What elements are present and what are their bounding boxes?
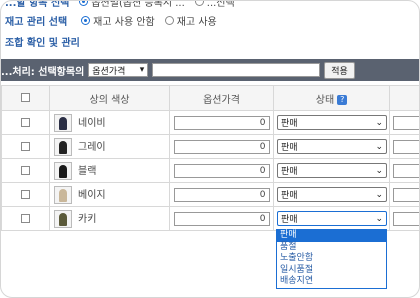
chevron-down-icon: ▾ bbox=[139, 65, 145, 75]
status-option-hidden[interactable]: 노출안함 bbox=[277, 253, 386, 265]
inventory-on-label: 재고 사용 bbox=[176, 16, 217, 28]
status-dropdown-list: 판매 품절 노출안함 일시품절 배송지연 bbox=[276, 229, 387, 289]
inventory-label: 재고 관리 선택 bbox=[5, 16, 68, 28]
bulk-apply-button[interactable]: 적용 bbox=[324, 61, 355, 79]
option-price-input[interactable]: 0 bbox=[173, 211, 270, 226]
status-select-open[interactable]: 판매 ⌄ bbox=[277, 211, 387, 226]
product-thumbnail bbox=[54, 161, 72, 180]
product-thumbnail bbox=[54, 185, 72, 204]
window-frame: ...할 항목 선택 옵션별(옵션 등록시 ... ...선택 재고 관리 선택… bbox=[0, 0, 420, 298]
extra-input[interactable] bbox=[393, 211, 419, 226]
status-value: 판매 bbox=[281, 191, 298, 201]
status-value: 판매 bbox=[281, 143, 298, 153]
header-status-label: 상태 bbox=[315, 94, 335, 106]
status-select[interactable]: 판매 ⌄ bbox=[277, 187, 387, 202]
chevron-down-icon: ⌄ bbox=[375, 189, 383, 200]
extra-input[interactable] bbox=[393, 139, 419, 154]
status-select[interactable]: 판매 ⌄ bbox=[277, 139, 387, 154]
table-row: 블랙 0 판매 ⌄ bbox=[1, 158, 419, 183]
color-name: 그레이 bbox=[78, 141, 106, 153]
extra-input[interactable] bbox=[393, 115, 419, 130]
bulk-value-input[interactable] bbox=[152, 63, 321, 77]
inventory-row: 재고 관리 선택 재고 사용 안함 재고 사용 bbox=[5, 12, 217, 28]
table-row: 네이비 0 판매 ⌄ bbox=[1, 110, 419, 135]
status-select[interactable]: 판매 ⌄ bbox=[277, 115, 387, 130]
status-value: 판매 bbox=[281, 215, 298, 225]
status-value: 판매 bbox=[281, 167, 298, 177]
chevron-down-icon: ⌄ bbox=[375, 141, 383, 152]
product-thumbnail bbox=[54, 137, 72, 156]
inventory-off-label: 재고 사용 안함 bbox=[93, 16, 155, 28]
row-checkbox[interactable] bbox=[21, 141, 30, 151]
header-color: 상의 색상 bbox=[49, 85, 170, 111]
option-price-input[interactable]: 0 bbox=[173, 115, 270, 130]
status-option-soldout[interactable]: 품절 bbox=[277, 242, 386, 254]
option-table: 상의 색상 옵션가격 상태? 네이비 0 판매 ⌄ 그레이 0 판매 ⌄ 블랙 0 … bbox=[1, 85, 419, 231]
chevron-down-icon: ⌄ bbox=[375, 165, 383, 176]
status-option-delayed[interactable]: 배송지연 bbox=[277, 276, 386, 288]
option-type-label: ...할 항목 선택 bbox=[5, 0, 70, 9]
table-row: 그레이 0 판매 ⌄ bbox=[1, 134, 419, 159]
bulk-label: ...처리: 선택항목의 bbox=[1, 66, 85, 78]
row-checkbox[interactable] bbox=[21, 117, 30, 127]
combo-link-row: 조합 확인 및 관리 bbox=[5, 33, 80, 49]
option-type-radio-2[interactable] bbox=[194, 1, 204, 6]
chevron-down-icon: ⌄ bbox=[375, 213, 383, 224]
option-price-input[interactable]: 0 bbox=[173, 187, 270, 202]
chevron-down-icon: ⌄ bbox=[375, 117, 383, 128]
inventory-on-radio[interactable] bbox=[164, 15, 174, 25]
select-all-checkbox[interactable] bbox=[21, 93, 30, 102]
status-option-temp-soldout[interactable]: 일시품절 bbox=[277, 265, 386, 277]
extra-input[interactable] bbox=[393, 163, 419, 178]
header-checkbox-cell bbox=[1, 85, 50, 111]
option-type-radio-1[interactable] bbox=[79, 1, 89, 6]
row-checkbox[interactable] bbox=[21, 189, 30, 199]
bulk-field-value: 옵션가격 bbox=[92, 66, 126, 77]
product-thumbnail bbox=[54, 113, 72, 132]
combo-check-link[interactable]: 조합 확인 및 관리 bbox=[5, 34, 80, 49]
header-status: 상태? bbox=[273, 85, 390, 111]
row-checkbox[interactable] bbox=[21, 213, 30, 223]
table-row: 베이지 0 판매 ⌄ bbox=[1, 182, 419, 207]
header-extra bbox=[389, 85, 419, 111]
bulk-field-select[interactable]: 옵션가격 ▾ bbox=[88, 63, 149, 77]
color-name: 네이비 bbox=[78, 117, 106, 129]
help-icon[interactable]: ? bbox=[337, 94, 348, 105]
option-type-radio-1-label: 옵션별(옵션 등록시 ... bbox=[91, 0, 185, 9]
color-name: 카키 bbox=[78, 213, 97, 225]
bulk-action-bar: ...처리: 선택항목의 옵션가격 ▾ 적용 bbox=[1, 59, 419, 81]
product-thumbnail bbox=[54, 209, 72, 228]
extra-input[interactable] bbox=[393, 187, 419, 202]
inventory-off-radio[interactable] bbox=[81, 15, 91, 25]
header-price: 옵션가격 bbox=[169, 85, 274, 111]
table-header-row: 상의 색상 옵션가격 상태? bbox=[1, 85, 419, 111]
option-price-input[interactable]: 0 bbox=[173, 163, 270, 178]
color-name: 베이지 bbox=[78, 189, 106, 201]
status-select[interactable]: 판매 ⌄ bbox=[277, 163, 387, 178]
status-option-selling[interactable]: 판매 bbox=[277, 230, 386, 242]
option-type-radio-2-label: ...선택 bbox=[206, 0, 235, 9]
option-type-row: ...할 항목 선택 옵션별(옵션 등록시 ... ...선택 bbox=[5, 0, 235, 9]
option-price-input[interactable]: 0 bbox=[173, 139, 270, 154]
status-value: 판매 bbox=[281, 119, 298, 129]
color-name: 블랙 bbox=[78, 165, 97, 177]
row-checkbox[interactable] bbox=[21, 165, 30, 175]
table-row: 카키 0 판매 ⌄ bbox=[1, 206, 419, 231]
